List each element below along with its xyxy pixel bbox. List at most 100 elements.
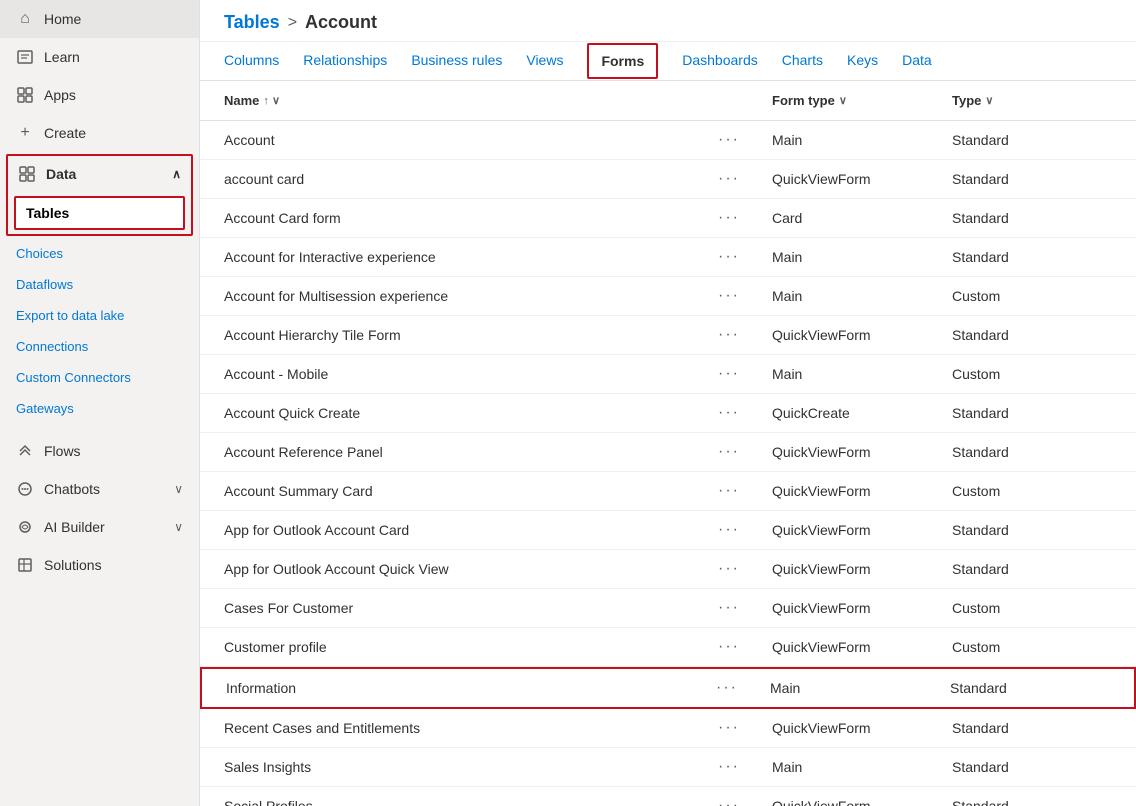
row-more-button[interactable]: ··· (712, 756, 746, 778)
ai-builder-icon (16, 518, 34, 536)
row-more-button[interactable]: ··· (712, 519, 746, 541)
apps-icon (16, 86, 34, 104)
row-type: Standard (952, 171, 1112, 187)
row-formtype: Main (772, 249, 952, 265)
row-dots: ··· (712, 129, 772, 151)
row-more-button[interactable]: ··· (712, 597, 746, 619)
row-type: Standard (952, 798, 1112, 806)
col-header-name[interactable]: Name ↑ ∨ (224, 93, 712, 108)
row-formtype: QuickViewForm (772, 720, 952, 736)
type-sort-icon: ∨ (985, 94, 993, 107)
table-row[interactable]: Sales Insights ··· Main Standard (200, 748, 1136, 787)
row-formtype: QuickViewForm (772, 798, 952, 806)
row-more-button[interactable]: ··· (712, 402, 746, 424)
row-more-button[interactable]: ··· (712, 636, 746, 658)
row-name: App for Outlook Account Quick View (224, 561, 712, 577)
row-more-button[interactable]: ··· (712, 558, 746, 580)
sidebar-item-ai-builder[interactable]: AI Builder ∨ (0, 508, 199, 546)
row-type: Custom (952, 600, 1112, 616)
sidebar-item-create[interactable]: + Create (0, 114, 199, 152)
tab-columns[interactable]: Columns (224, 42, 279, 80)
row-type: Standard (950, 680, 1110, 696)
table-row[interactable]: Account for Interactive experience ··· M… (200, 238, 1136, 277)
data-section: Data ∧ Tables (6, 154, 193, 236)
sidebar-item-dataflows[interactable]: Dataflows (0, 269, 199, 300)
sidebar-item-connections[interactable]: Connections (0, 331, 199, 362)
row-name: Account Summary Card (224, 483, 712, 499)
row-more-button[interactable]: ··· (712, 717, 746, 739)
row-formtype: Main (772, 759, 952, 775)
sidebar-item-apps[interactable]: Apps (0, 76, 199, 114)
row-type: Standard (952, 132, 1112, 148)
tab-business-rules[interactable]: Business rules (411, 42, 502, 80)
sidebar-item-solutions[interactable]: Solutions (0, 546, 199, 584)
tab-relationships[interactable]: Relationships (303, 42, 387, 80)
row-name: Account (224, 132, 712, 148)
table-row[interactable]: Account - Mobile ··· Main Custom (200, 355, 1136, 394)
table-row[interactable]: Account Reference Panel ··· QuickViewFor… (200, 433, 1136, 472)
sidebar-item-label: AI Builder (44, 519, 105, 535)
row-more-button[interactable]: ··· (712, 168, 746, 190)
table-row[interactable]: Customer profile ··· QuickViewForm Custo… (200, 628, 1136, 667)
row-more-button[interactable]: ··· (712, 207, 746, 229)
row-more-button[interactable]: ··· (712, 480, 746, 502)
table-row[interactable]: Account Hierarchy Tile Form ··· QuickVie… (200, 316, 1136, 355)
tab-forms[interactable]: Forms (587, 43, 658, 79)
row-dots: ··· (712, 402, 772, 424)
sidebar-item-learn[interactable]: Learn (0, 38, 199, 76)
sidebar-item-flows[interactable]: Flows (0, 432, 199, 470)
row-type: Standard (952, 561, 1112, 577)
row-name: Account Card form (224, 210, 712, 226)
table-row[interactable]: Cases For Customer ··· QuickViewForm Cus… (200, 589, 1136, 628)
sidebar-item-custom-connectors[interactable]: Custom Connectors (0, 362, 199, 393)
table-row[interactable]: Account Summary Card ··· QuickViewForm C… (200, 472, 1136, 511)
breadcrumb-separator: > (288, 14, 297, 32)
table-row[interactable]: Account Card form ··· Card Standard (200, 199, 1136, 238)
table-row[interactable]: Information ··· Main Standard (200, 667, 1136, 709)
formtype-sort-icon: ∨ (839, 94, 847, 107)
sidebar-item-tables[interactable]: Tables (14, 196, 185, 230)
tab-views[interactable]: Views (526, 42, 563, 80)
row-more-button[interactable]: ··· (712, 285, 746, 307)
row-formtype: QuickViewForm (772, 171, 952, 187)
tables-label: Tables (26, 205, 69, 221)
sidebar-item-export[interactable]: Export to data lake (0, 300, 199, 331)
row-dots: ··· (712, 717, 772, 739)
row-formtype: QuickViewForm (772, 561, 952, 577)
table-row[interactable]: App for Outlook Account Card ··· QuickVi… (200, 511, 1136, 550)
sidebar-item-chatbots[interactable]: Chatbots ∨ (0, 470, 199, 508)
tab-charts[interactable]: Charts (782, 42, 823, 80)
table-row[interactable]: Account for Multisession experience ··· … (200, 277, 1136, 316)
row-more-button[interactable]: ··· (712, 363, 746, 385)
table-row[interactable]: Account ··· Main Standard (200, 121, 1136, 160)
table-row[interactable]: Account Quick Create ··· QuickCreate Sta… (200, 394, 1136, 433)
solutions-icon (16, 556, 34, 574)
tab-keys[interactable]: Keys (847, 42, 878, 80)
sidebar-item-choices[interactable]: Choices (0, 238, 199, 269)
tab-data[interactable]: Data (902, 42, 932, 80)
row-more-button[interactable]: ··· (712, 324, 746, 346)
row-more-button[interactable]: ··· (712, 129, 746, 151)
table-row[interactable]: Recent Cases and Entitlements ··· QuickV… (200, 709, 1136, 748)
tab-dashboards[interactable]: Dashboards (682, 42, 758, 80)
table-row[interactable]: App for Outlook Account Quick View ··· Q… (200, 550, 1136, 589)
col-header-type[interactable]: Type ∨ (952, 93, 1112, 108)
row-more-button[interactable]: ··· (710, 677, 744, 699)
row-more-button[interactable]: ··· (712, 795, 746, 806)
row-more-button[interactable]: ··· (712, 441, 746, 463)
row-formtype: Main (772, 288, 952, 304)
data-header[interactable]: Data ∧ (8, 156, 191, 192)
sidebar-item-home[interactable]: ⌂ Home (0, 0, 199, 38)
sidebar-item-label: Chatbots (44, 481, 100, 497)
row-dots: ··· (712, 519, 772, 541)
breadcrumb-current: Account (305, 12, 377, 33)
breadcrumb-tables-link[interactable]: Tables (224, 12, 280, 33)
col-header-formtype[interactable]: Form type ∨ (772, 93, 952, 108)
forms-table: Name ↑ ∨ Form type ∨ Type ∨ Account ··· … (200, 81, 1136, 806)
row-more-button[interactable]: ··· (712, 246, 746, 268)
table-body: Account ··· Main Standard account card ·… (200, 121, 1136, 806)
row-formtype: QuickViewForm (772, 522, 952, 538)
table-row[interactable]: Social Profiles ··· QuickViewForm Standa… (200, 787, 1136, 806)
sidebar-item-gateways[interactable]: Gateways (0, 393, 199, 424)
table-row[interactable]: account card ··· QuickViewForm Standard (200, 160, 1136, 199)
